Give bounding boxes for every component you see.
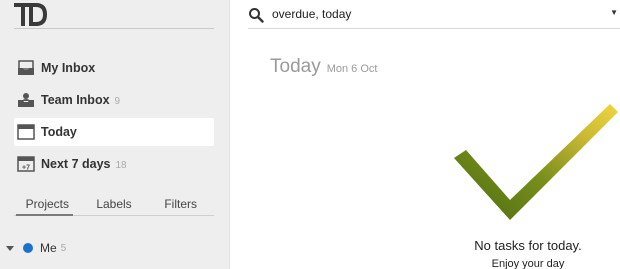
project-count: 5	[60, 242, 67, 254]
team-inbox-icon	[16, 90, 36, 110]
chevron-down-icon[interactable]: ▼	[610, 8, 618, 17]
calendar-plus7-icon: +7	[16, 154, 36, 174]
empty-state-title: No tasks for today.	[474, 238, 582, 253]
page-header: Today Mon 6 Oct	[270, 56, 377, 78]
calendar-icon	[16, 122, 36, 142]
sidebar-nav: My Inbox Team Inbox 9 Today +7 Next 7 da…	[14, 54, 214, 182]
collapse-caret-icon[interactable]	[6, 245, 14, 251]
sidebar-item-next-7-days[interactable]: +7 Next 7 days 18	[14, 150, 214, 178]
sidebar-item-label: My Inbox	[41, 61, 96, 75]
todoist-logo[interactable]	[14, 0, 48, 26]
sidebar-item-today[interactable]: Today	[14, 118, 214, 146]
main-content: ▼ Today Mon 6 Oct No tasks for today. En…	[248, 0, 620, 269]
checkmark-illustration-icon	[454, 104, 618, 220]
inbox-icon	[16, 58, 36, 78]
sidebar-item-count: 18	[115, 159, 127, 171]
search-bar: ▼	[248, 0, 620, 29]
tab-labels[interactable]: Labels	[81, 194, 148, 215]
project-label: Me	[40, 241, 57, 255]
sidebar-item-label: Today	[41, 125, 77, 139]
page-title: Today	[270, 56, 321, 77]
project-item-me[interactable]: Me 5	[6, 240, 66, 256]
sidebar-item-label: Next 7 days	[41, 157, 111, 171]
sidebar-item-label: Team Inbox	[41, 93, 110, 107]
sidebar-tabs: Projects Labels Filters	[14, 194, 214, 216]
sidebar-divider	[14, 28, 214, 29]
page-date: Mon 6 Oct	[326, 63, 378, 75]
project-color-dot	[23, 243, 33, 253]
search-input[interactable]	[272, 5, 602, 23]
search-icon[interactable]	[248, 7, 264, 23]
svg-text:+7: +7	[22, 165, 30, 172]
tab-filters[interactable]: Filters	[147, 194, 214, 215]
empty-state-subtitle: Enjoy your day	[491, 258, 565, 269]
sidebar-item-my-inbox[interactable]: My Inbox	[14, 54, 214, 82]
sidebar-item-team-inbox[interactable]: Team Inbox 9	[14, 86, 214, 114]
sidebar-item-count: 9	[114, 95, 121, 107]
tab-projects[interactable]: Projects	[14, 194, 81, 216]
sidebar: My Inbox Team Inbox 9 Today +7 Next 7 da…	[0, 0, 230, 269]
